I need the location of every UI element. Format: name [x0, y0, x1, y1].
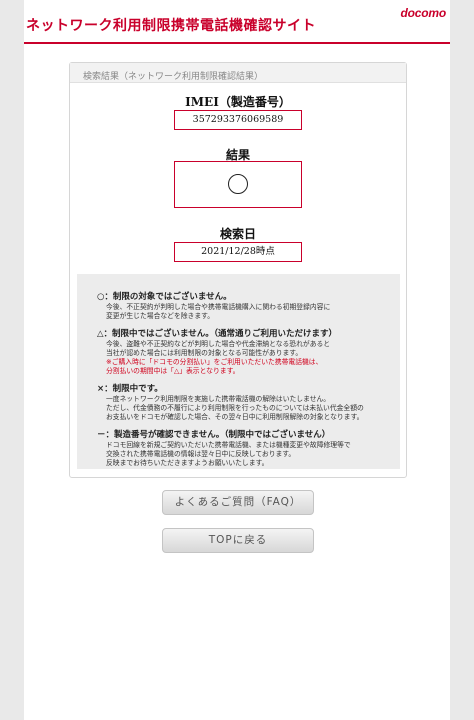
note-line: 一度ネットワーク利用制限を実施した携帯電話機の解除はいたしません。	[106, 395, 331, 403]
search-result-panel: 検索結果（ネットワーク利用制限確認結果） IMEI（製造番号） 35729337…	[69, 62, 407, 478]
site-header: ネットワーク利用制限携帯電話機確認サイト docomo	[24, 0, 450, 44]
note-block: △：制限中ではございません。（通常通りご利用いただけます） 今後、盗難や不正契約な…	[97, 328, 400, 376]
result-circle-symbol	[228, 174, 248, 194]
imei-value: 357293376069589	[174, 110, 302, 130]
note-line: お支払いをドコモが確認した場合、その翌々日中に利用制限解除の対象となります。	[106, 413, 364, 421]
note-title: ○：制限の対象ではございません。	[97, 292, 232, 302]
note-line: 変更が生じた場合などを除きます。	[106, 312, 215, 320]
note-line: ※ご購入時に「ドコモの分割払い」をご利用いただいた携帯電話機は、	[106, 358, 323, 366]
note-block: ○：制限の対象ではございません。 今後、不正契約が判明した場合や携帯電話機購入に関…	[97, 291, 400, 321]
faq-button[interactable]: よくあるご質問（FAQ）	[162, 490, 314, 515]
note-line: 交換された携帯電話機の情報は翌々日中に反映しております。	[106, 450, 296, 458]
note-title: －：製造番号が確認できません。（制限中ではございません）	[97, 430, 331, 440]
top-button[interactable]: TOPに戻る	[162, 528, 314, 553]
note-line: ただし、代金債務の不履行により利用制限を行ったものについては未払い代金全額の	[106, 404, 364, 412]
search-date-value: 2021/12/28時点	[174, 242, 302, 262]
result-box	[174, 161, 302, 208]
panel-heading: 検索結果（ネットワーク利用制限確認結果）	[70, 63, 406, 83]
note-line: ドコモ回線を新規ご契約いただいた携帯電話機、または機種変更や故障修理等で	[106, 441, 351, 449]
note-block: －：製造番号が確認できません。（制限中ではございません） ドコモ回線を新規ご契約い…	[97, 429, 400, 468]
note-line: 当社が認めた場合には利用制限の対象となる可能性があります。	[106, 349, 303, 357]
note-line: 分割払いの期間中は「△」表示となります。	[106, 367, 240, 375]
note-line: 反映までお待ちいただきますようお願いいたします。	[106, 459, 269, 467]
note-block: ×：制限中です。 一度ネットワーク利用制限を実施した携帯電話機の解除はいたしません…	[97, 383, 400, 422]
note-title: △：制限中ではございません。（通常通りご利用いただけます）	[97, 329, 338, 339]
imei-label: IMEI（製造番号）	[185, 95, 291, 109]
legend-notes: ○：制限の対象ではございません。 今後、不正契約が判明した場合や携帯電話機購入に関…	[77, 274, 400, 469]
note-line: 今後、盗難や不正契約などが判明した場合や代金滞納となる恐れがあると	[106, 340, 331, 348]
page: ネットワーク利用制限携帯電話機確認サイト docomo 検索結果（ネットワーク利…	[24, 0, 450, 720]
site-title: ネットワーク利用制限携帯電話機確認サイト	[26, 18, 316, 34]
note-title: ×：制限中です。	[97, 384, 163, 394]
search-date-label: 検索日	[219, 227, 256, 241]
docomo-logo[interactable]: docomo	[401, 6, 447, 20]
note-line: 今後、不正契約が判明した場合や携帯電話機購入に関わる初期登録内容に	[106, 303, 331, 311]
